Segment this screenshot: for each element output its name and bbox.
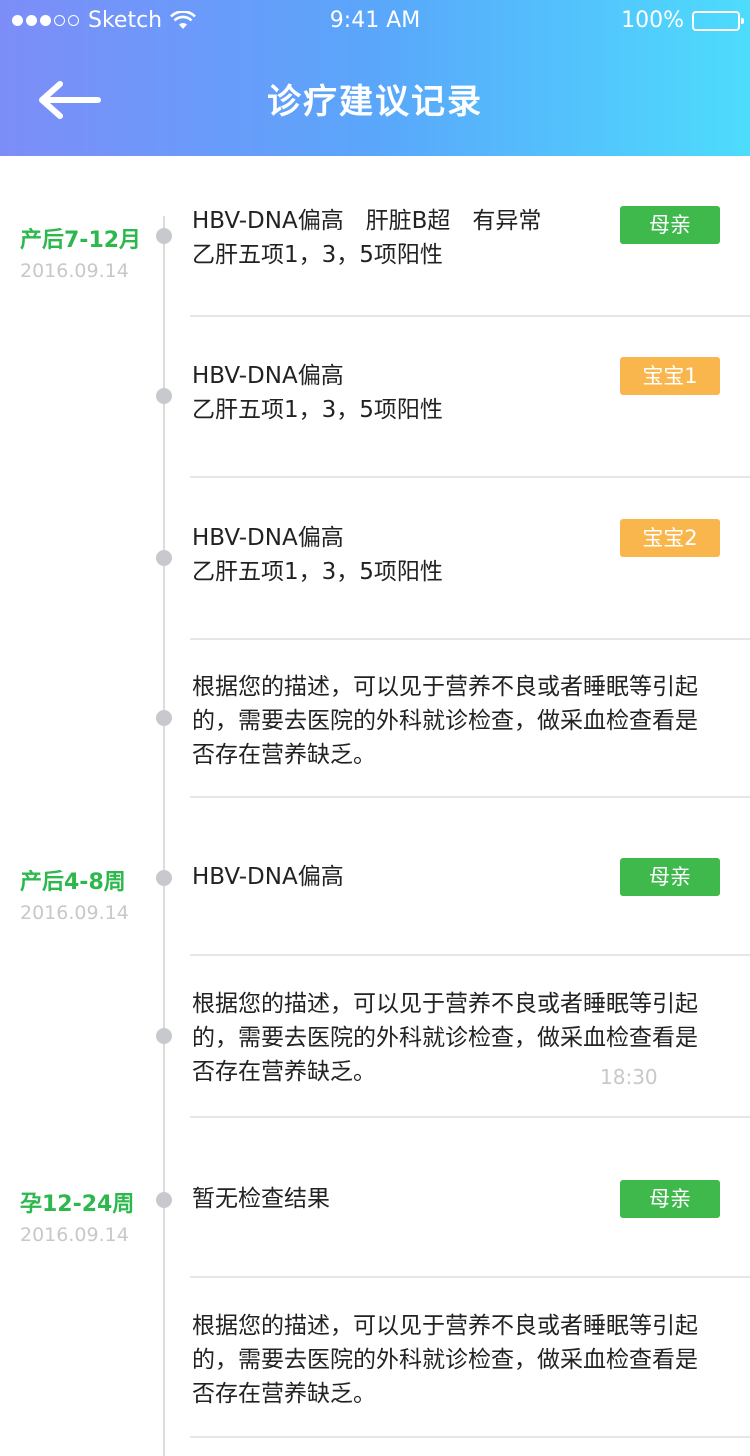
record-timeline: 产后7-12月 2016.09.14 HBV-DNA偏高 肝脏B超 有异常 乙肝… <box>0 156 750 1456</box>
baby-tag: 宝宝2 <box>620 519 720 557</box>
page-title: 诊疗建议记录 <box>267 82 483 122</box>
divider <box>190 796 750 798</box>
record-line: 根据您的描述，可以见于营养不良或者睡眠等引起 <box>192 1313 698 1339</box>
period-label: 产后4-8周 <box>20 870 126 895</box>
timeline-dot <box>156 870 172 886</box>
mother-tag: 母亲 <box>620 858 720 896</box>
record-line: 否存在营养缺乏。 <box>192 742 376 768</box>
record-line: 根据您的描述，可以见于营养不良或者睡眠等引起 <box>192 991 698 1017</box>
record-line: 乙肝五项1，3，5项阳性 <box>192 397 443 423</box>
advice-text: 根据您的描述，可以见于营养不良或者睡眠等引起 的，需要去医院的外科就诊检查，做采… <box>192 1309 732 1411</box>
record-date: 2016.09.14 <box>20 260 129 282</box>
mother-tag: 母亲 <box>620 1180 720 1218</box>
battery-status: 100% <box>621 8 744 33</box>
timeline-dot <box>156 388 172 404</box>
record-date: 2016.09.14 <box>20 1224 129 1246</box>
divider <box>190 954 750 956</box>
record-line: 乙肝五项1，3，5项阳性 <box>192 559 443 585</box>
battery-percent: 100% <box>621 8 684 33</box>
divider <box>190 315 750 317</box>
timeline-dot <box>156 550 172 566</box>
divider <box>190 1116 750 1118</box>
divider <box>190 476 750 478</box>
nav-header: Sketch 9:41 AM 100% 诊疗建议记录 <box>0 0 750 156</box>
record-line: 的，需要去医院的外科就诊检查，做采血检查看是 <box>192 1025 698 1051</box>
period-label: 产后7-12月 <box>20 228 142 253</box>
status-bar: Sketch 9:41 AM 100% <box>0 0 750 40</box>
record-line: 根据您的描述，可以见于营养不良或者睡眠等引起 <box>192 674 698 700</box>
divider <box>190 1436 750 1438</box>
advice-text: 根据您的描述，可以见于营养不良或者睡眠等引起 的，需要去医院的外科就诊检查，做采… <box>192 670 732 772</box>
record-date: 2016.09.14 <box>20 902 129 924</box>
timeline-dot <box>156 1028 172 1044</box>
record-line: 的，需要去医院的外科就诊检查，做采血检查看是 <box>192 1347 698 1373</box>
divider <box>190 638 750 640</box>
timeline-dot <box>156 1192 172 1208</box>
battery-icon <box>692 10 744 31</box>
timeline-dot <box>156 228 172 244</box>
mother-tag: 母亲 <box>620 206 720 244</box>
period-label: 孕12-24周 <box>20 1192 135 1217</box>
record-line: 的，需要去医院的外科就诊检查，做采血检查看是 <box>192 708 698 734</box>
record-timestamp: 18:30 <box>600 1065 658 1089</box>
timeline-dot <box>156 710 172 726</box>
record-line: 否存在营养缺乏。 <box>192 1381 376 1407</box>
baby-tag: 宝宝1 <box>620 357 720 395</box>
divider <box>190 1276 750 1278</box>
